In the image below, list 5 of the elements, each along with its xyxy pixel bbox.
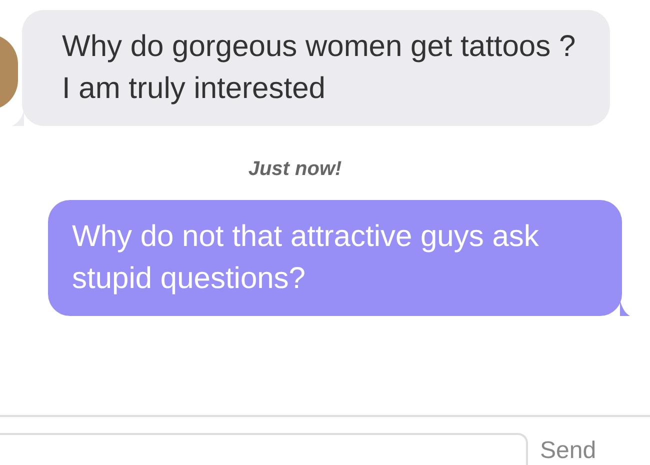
message-text: Why do gorgeous women get tattoos ? I am truly interested xyxy=(62,29,577,107)
message-text: Why do not that attractive guys ask stupid questions? xyxy=(72,219,540,297)
message-input-field[interactable] xyxy=(0,433,528,465)
timestamp: Just now! xyxy=(248,157,342,182)
send-button[interactable]: Send xyxy=(540,437,596,465)
